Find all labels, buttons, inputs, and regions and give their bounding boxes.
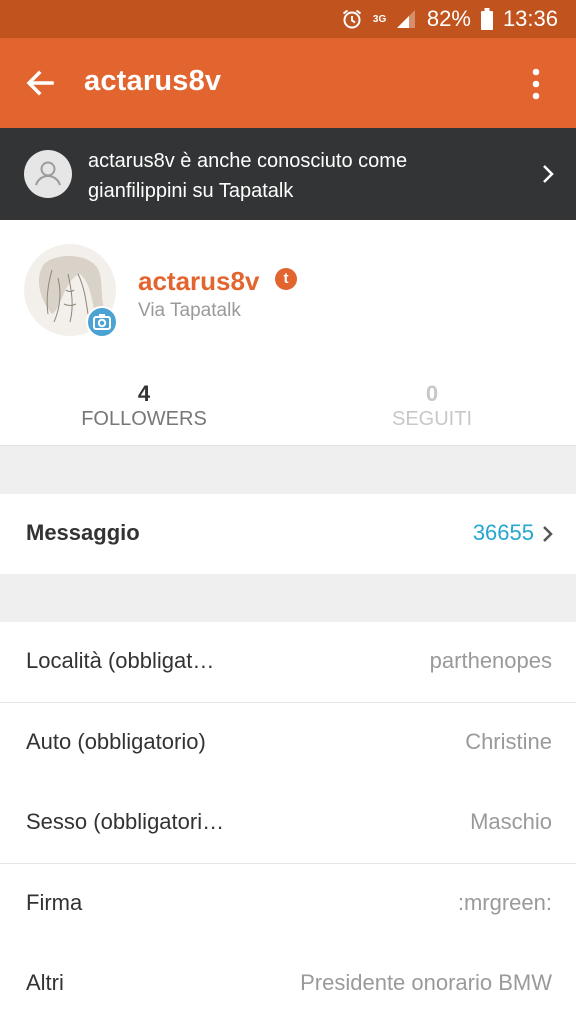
clock: 13:36 [502,6,558,31]
alias-text: actarus8v è anche conosciuto come gianfi… [88,150,408,202]
field-label: Sesso (obbligatori… [26,809,225,834]
alias-banner[interactable]: actarus8v è anche conosciuto come gianfi… [0,128,576,220]
field-label: Località (obbligat… [26,648,215,673]
signal-icon [395,8,417,30]
field-row-signature: Firma :mrgreen: [0,864,576,944]
field-row-other: Altri Presidente onorario BMW [0,944,576,1024]
field-value: parthenopes [429,648,552,673]
back-arrow-icon[interactable] [24,67,56,99]
user-placeholder-icon [24,150,72,198]
field-value: Christine [465,729,552,754]
messages-label: Messaggio [26,520,140,545]
field-row-gender: Sesso (obbligatori… Maschio [0,783,576,863]
field-label: Auto (obbligatorio) [26,729,206,754]
chevron-right-icon [542,524,554,544]
followers-stat[interactable]: 4 FOLLOWERS [0,382,288,432]
chevron-right-icon [540,162,556,186]
alarm-icon [341,8,363,30]
battery-percent: 82% [426,6,471,31]
followers-count: 4 [137,381,151,406]
field-value: :mrgreen: [457,890,552,915]
profile-username: actarus8v [138,266,260,296]
messages-row[interactable]: Messaggio 36655 [0,494,576,574]
field-value: Maschio [470,809,552,834]
following-count: 0 [425,381,439,406]
field-row-car: Auto (obbligatorio) Christine [0,703,576,783]
field-value: Presidente onorario BMW [300,970,552,995]
more-options-icon[interactable] [518,67,554,101]
following-stat[interactable]: 0 SEGUITI [288,382,576,432]
field-label: Altri [26,970,64,995]
status-bar: 3G 82% 13:36 [0,0,576,38]
field-label: Firma [26,890,83,915]
camera-icon[interactable] [86,306,118,338]
profile-header: actarus8v t Via Tapatalk 4 FOLLOWERS 0 S… [0,220,576,446]
network-type: 3G [372,13,387,25]
page-title: actarus8v [84,65,222,97]
battery-icon [480,8,493,30]
tapatalk-icon: t [275,268,297,290]
field-row-location: Località (obbligat… parthenopes [0,622,576,702]
following-label: SEGUITI [391,408,472,430]
app-bar: actarus8v [0,38,576,128]
profile-source: Via Tapatalk [138,300,241,321]
followers-label: FOLLOWERS [81,408,207,430]
messages-count: 36655 [472,520,534,545]
